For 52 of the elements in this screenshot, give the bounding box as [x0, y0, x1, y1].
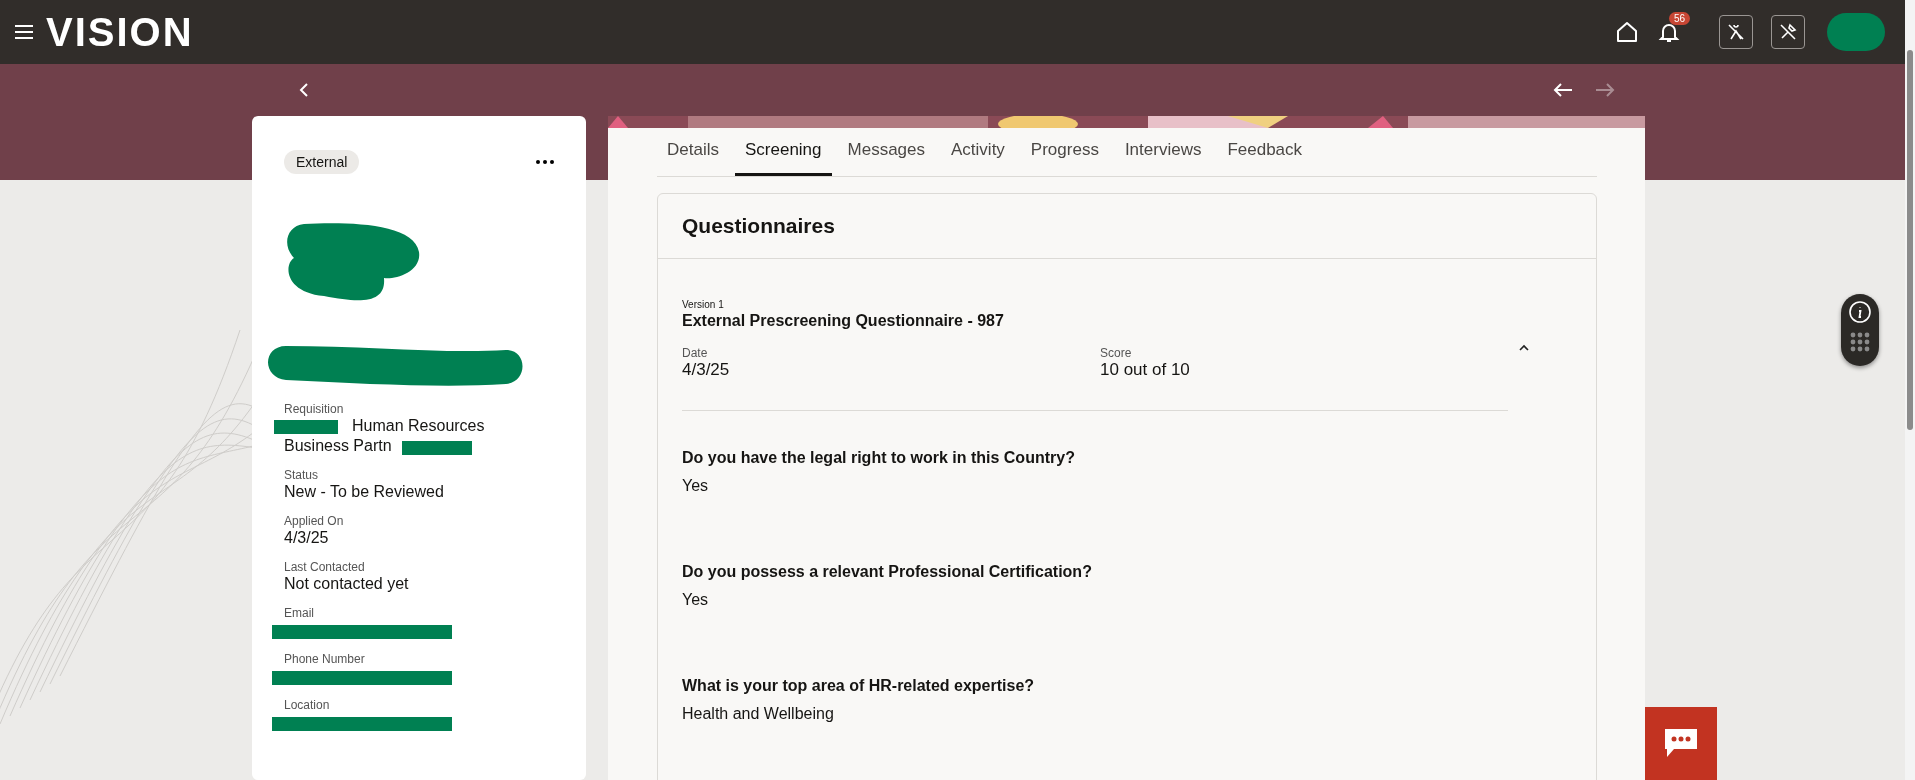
menu-icon[interactable] — [14, 24, 34, 40]
chat-button[interactable] — [1645, 707, 1717, 780]
field-label: Applied On — [284, 514, 345, 528]
version-label: Version 1 — [682, 299, 725, 310]
previous-arrow-icon[interactable] — [1553, 83, 1573, 97]
notification-badge: 56 — [1669, 12, 1691, 25]
grid-icon[interactable] — [1850, 332, 1870, 352]
field-value: New - To be Reviewed — [284, 482, 444, 502]
field-label: Requisition — [284, 402, 345, 416]
score-label: Score — [1100, 346, 1133, 360]
redaction-mark — [402, 441, 472, 455]
scrollbar[interactable] — [1905, 0, 1915, 780]
help-widget[interactable] — [1841, 294, 1879, 366]
tab[interactable]: Progress — [1020, 128, 1109, 176]
tab[interactable]: Activity — [941, 128, 1015, 176]
field-label: Phone Number — [284, 652, 366, 666]
field-label: Location — [284, 698, 331, 712]
section-title: Questionnaires — [682, 214, 835, 237]
more-icon[interactable] — [536, 160, 554, 164]
info-icon[interactable] — [1848, 300, 1872, 324]
logo: VISION — [46, 9, 194, 55]
field-value: Human Resources — [351, 416, 485, 436]
tab[interactable]: Feedback — [1217, 128, 1313, 176]
tab[interactable]: Details — [657, 128, 729, 176]
field-label: Last Contacted — [284, 560, 366, 574]
answer-text: Yes — [682, 477, 710, 495]
answer-text: Health and Wellbeing — [682, 705, 835, 723]
date-value: 4/3/25 — [682, 360, 731, 380]
tab[interactable]: Interviews — [1114, 128, 1212, 176]
home-icon[interactable] — [1615, 20, 1639, 44]
questionnaire-title: External Prescreening Questionnaire - 987 — [682, 312, 1005, 330]
score-value: 10 out of 10 — [1100, 360, 1191, 380]
candidate-type-tag: External — [284, 150, 360, 174]
tools-button[interactable] — [1771, 15, 1805, 49]
field-value: Business Partn — [284, 436, 392, 456]
tools-slash-icon — [1778, 22, 1798, 42]
field-label: Email — [284, 606, 315, 620]
accessibility-button[interactable] — [1719, 15, 1753, 49]
tab[interactable]: Messages — [837, 128, 935, 176]
field-value: 4/3/25 — [284, 528, 329, 548]
question-text: Do you possess a relevant Professional Certification? — [682, 563, 1093, 581]
question-text: What is your top area of HR-related expertise? — [682, 677, 1036, 695]
collapse-chevron-icon[interactable] — [1518, 343, 1530, 351]
avatar[interactable] — [1827, 13, 1885, 51]
field-label: Status — [284, 468, 320, 482]
question-text: Do you have the legal right to work in this Country? — [682, 449, 1076, 467]
tab[interactable]: Screening — [734, 128, 832, 176]
answer-text: Yes — [682, 591, 710, 609]
date-label: Date — [682, 346, 709, 360]
back-icon[interactable] — [298, 82, 310, 98]
person-slash-icon — [1726, 22, 1746, 42]
field-value: Not contacted yet — [284, 574, 409, 594]
